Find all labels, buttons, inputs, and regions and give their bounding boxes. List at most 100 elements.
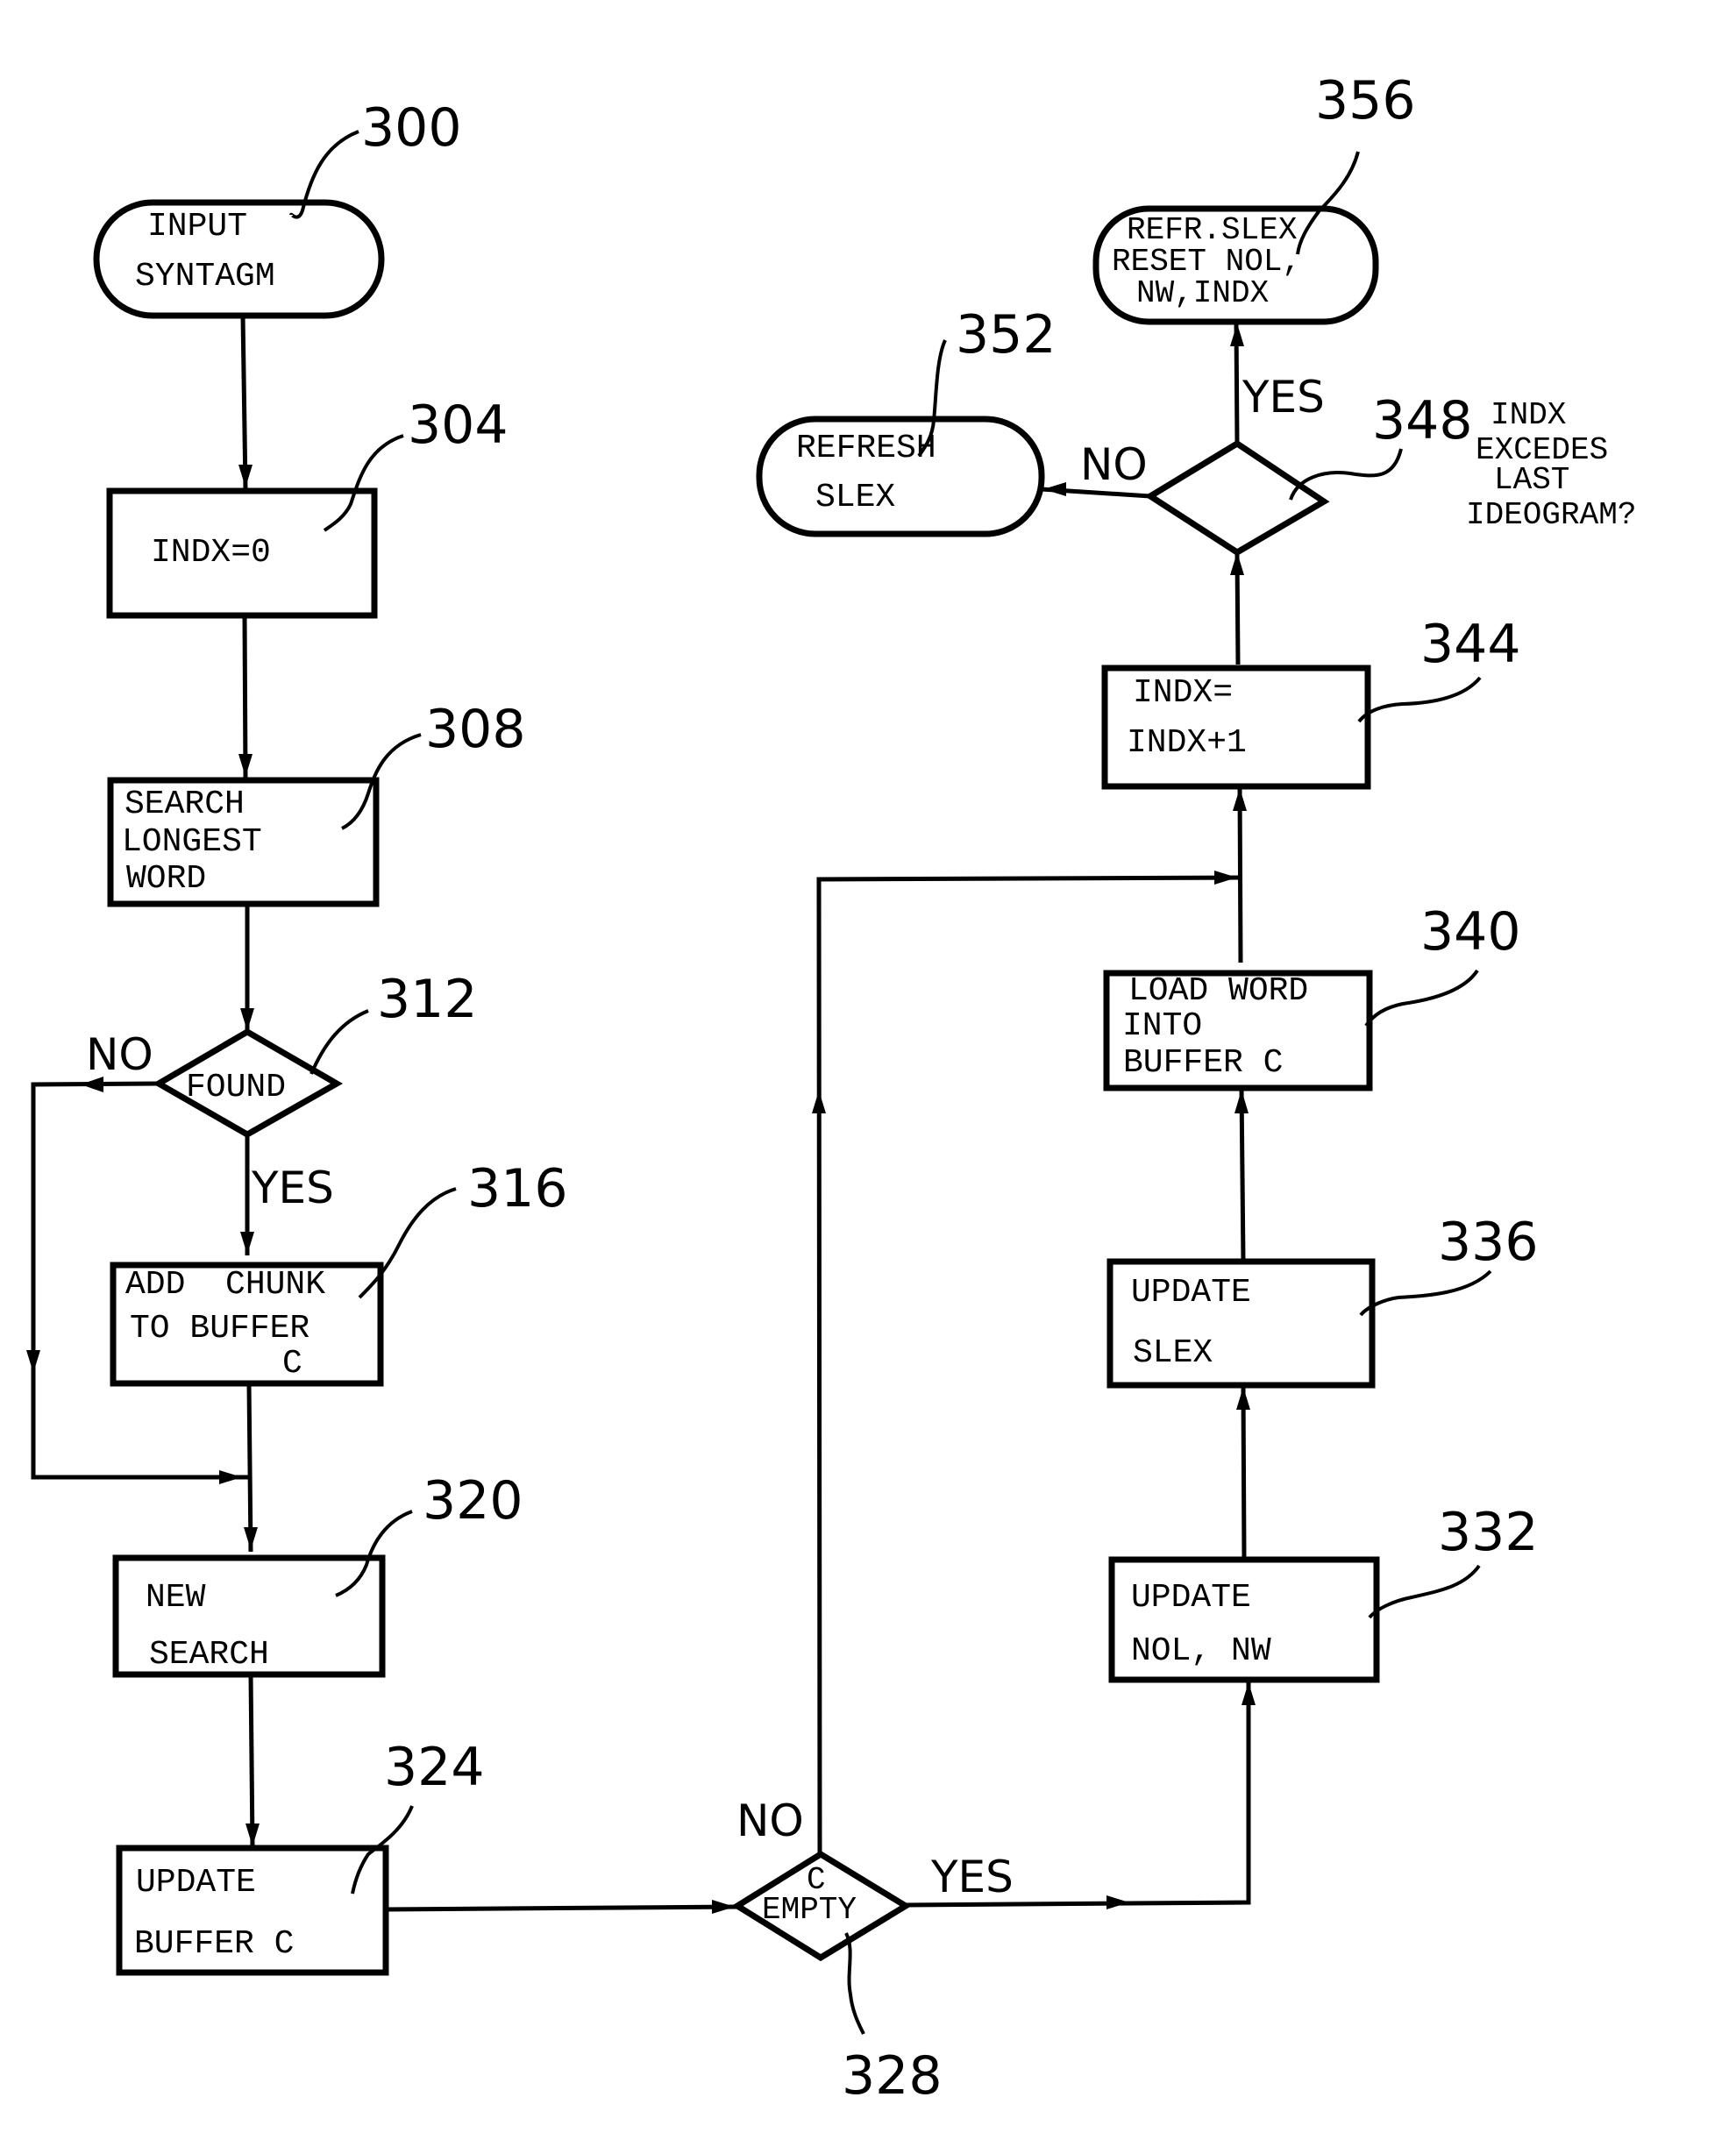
ref-340: 340 xyxy=(1420,901,1521,963)
arrowhead xyxy=(1233,788,1247,811)
edge-316-320 xyxy=(246,1383,253,1553)
decision-shape xyxy=(1144,439,1330,557)
node-text: NW,INDX xyxy=(1136,275,1269,311)
ref-328: 328 xyxy=(842,2045,943,2107)
excedes-yes-label: YES xyxy=(1242,372,1325,423)
leader-316 xyxy=(358,1187,457,1299)
arrowhead xyxy=(1043,482,1066,496)
node-text: RESET NOL, xyxy=(1112,244,1301,280)
ref-344: 344 xyxy=(1420,614,1521,675)
node-text: SLEX xyxy=(1133,1334,1213,1372)
arrowhead xyxy=(1214,871,1237,885)
empty-yes-label: YES xyxy=(930,1852,1014,1902)
arrowhead xyxy=(1234,1090,1249,1113)
node-text: INDX=0 xyxy=(151,534,271,572)
node-text: SEARCH xyxy=(149,1636,269,1674)
node-text: REFR.SLEX xyxy=(1127,212,1297,248)
node-text: UPDATE xyxy=(1131,1579,1251,1617)
node-text: SYNTAGM xyxy=(135,258,275,295)
node-316-add-chunk: ADD CHUNK TO BUFFER C xyxy=(110,1262,384,1387)
arrowhead xyxy=(1242,1682,1256,1705)
node-text: TO BUFFER xyxy=(130,1310,309,1347)
node-text: SEARCH xyxy=(125,786,245,823)
edge-320-324 xyxy=(248,1674,255,1848)
node-332-update-nol-nw: UPDATE NOL, NW xyxy=(1108,1556,1380,1683)
ref-300: 300 xyxy=(361,97,462,159)
node-324-update-buffer: UPDATE BUFFER C xyxy=(116,1845,389,1976)
node-308-search-longest-word: SEARCH LONGEST WORD xyxy=(107,777,380,907)
arrowhead xyxy=(26,1350,40,1373)
node-text: ADD CHUNK xyxy=(125,1266,325,1304)
arrowhead xyxy=(1230,323,1244,346)
leader-312 xyxy=(309,1009,369,1075)
ref-316: 316 xyxy=(467,1158,568,1219)
ref-352: 352 xyxy=(956,304,1057,366)
node-text: UPDATE xyxy=(1131,1274,1251,1312)
arrowhead xyxy=(240,1008,254,1031)
ref-324: 324 xyxy=(384,1737,485,1798)
ref-308: 308 xyxy=(425,699,526,760)
node-352-refresh-slex: REFRESH SLEX xyxy=(756,416,1045,537)
ref-312: 312 xyxy=(377,969,478,1030)
node-text: C xyxy=(282,1345,302,1383)
arrowhead xyxy=(238,465,253,487)
node-356-refr-slex-reset: REFR.SLEX RESET NOL, NW,INDX xyxy=(1092,205,1379,325)
node-340-load-word: LOAD WORD INTO BUFFER C xyxy=(1103,970,1373,1091)
node-text: INPUT xyxy=(147,208,247,245)
arrowhead xyxy=(1106,1895,1129,1909)
empty-no-label: NO xyxy=(736,1795,804,1846)
arrowhead xyxy=(1236,1387,1250,1410)
node-320-new-search: NEW SEARCH xyxy=(112,1554,386,1678)
arrowhead xyxy=(219,1470,242,1484)
node-text: INDX xyxy=(1491,397,1566,433)
arrowhead xyxy=(238,754,253,777)
node-text: EMPTY xyxy=(762,1892,857,1928)
leader-340 xyxy=(1364,969,1479,1027)
edge-340-344 xyxy=(1237,786,1243,963)
node-text: WORD xyxy=(126,860,206,898)
node-text: LOAD WORD xyxy=(1128,972,1308,1010)
node-text: INDX+1 xyxy=(1127,724,1247,762)
ref-332: 332 xyxy=(1438,1502,1539,1563)
edge-336-340 xyxy=(1239,1088,1246,1262)
leader-328 xyxy=(844,1932,865,2035)
leader-344 xyxy=(1357,676,1482,723)
flowchart: INPUT SYNTAGM INDX=0 SEARCH LONGEST WORD… xyxy=(26,70,1636,2107)
leader-332 xyxy=(1368,1564,1481,1619)
arrowhead xyxy=(240,1232,254,1255)
node-text: BUFFER C xyxy=(134,1925,294,1963)
edge-332-336 xyxy=(1241,1385,1247,1560)
edge-300-304 xyxy=(240,315,248,491)
arrowhead xyxy=(712,1900,735,1914)
ref-348: 348 xyxy=(1372,390,1473,451)
found-no-label: NO xyxy=(86,1029,153,1080)
node-text: INTO xyxy=(1122,1007,1202,1045)
node-text: LONGEST xyxy=(122,823,262,861)
node-text: SLEX xyxy=(815,479,895,516)
arrowhead xyxy=(812,1091,826,1113)
ref-304: 304 xyxy=(408,395,509,456)
node-text: FOUND xyxy=(186,1069,286,1106)
node-text: REFRESH xyxy=(796,430,936,467)
node-text: BUFFER C xyxy=(1123,1044,1283,1082)
node-text: IDEOGRAM? xyxy=(1466,497,1636,533)
edge-324-328 xyxy=(385,1904,738,1912)
excedes-no-label: NO xyxy=(1080,439,1148,490)
node-336-update-slex: UPDATE SLEX xyxy=(1106,1258,1376,1389)
ref-320: 320 xyxy=(423,1470,523,1532)
node-text: UPDATE xyxy=(136,1864,256,1902)
node-text: INDX= xyxy=(1133,674,1233,712)
node-312-found-decision: FOUND xyxy=(153,1027,344,1139)
node-328-c-empty-decision: C EMPTY xyxy=(731,1850,912,1962)
node-344-indx-increment: INDX= INDX+1 xyxy=(1101,665,1371,790)
ref-336: 336 xyxy=(1438,1212,1539,1273)
leader-336 xyxy=(1359,1269,1492,1317)
arrowhead xyxy=(244,1527,258,1550)
ref-356: 356 xyxy=(1315,70,1416,132)
found-yes-label: YES xyxy=(251,1162,334,1213)
node-text: NOL, NW xyxy=(1131,1632,1271,1670)
arrowhead xyxy=(245,1824,260,1846)
node-300-input-syntagm: INPUT SYNTAGM xyxy=(93,199,385,319)
node-304-indx-zero: INDX=0 xyxy=(106,487,378,619)
node-text: LAST xyxy=(1494,462,1569,498)
